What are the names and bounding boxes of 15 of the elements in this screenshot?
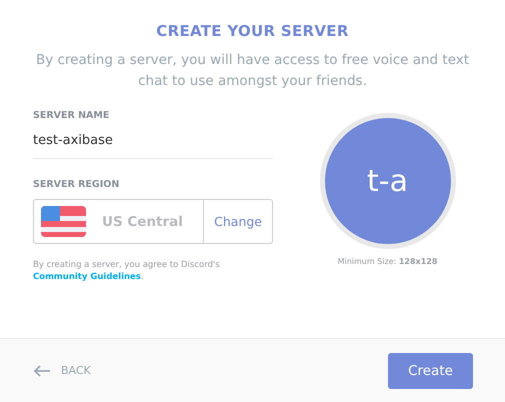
dialog-title: CREATE YOUR SERVER — [156, 22, 349, 40]
change-button[interactable]: Change — [203, 200, 272, 243]
field-label: SERVER REGION — [33, 179, 120, 190]
region-name: US Central — [102, 214, 184, 230]
guidelines-link[interactable]: Community Guidelines — [33, 272, 141, 282]
field-label: SERVER NAME — [33, 110, 110, 121]
create-button[interactable]: Create — [388, 352, 473, 388]
size-hint: Minimum Size: 128x128 — [338, 257, 438, 266]
arrow-icon — [33, 364, 51, 376]
dialog-subtitle: By creating a server, you will have access to free voice and text chat to use amongst your friends. — [34, 51, 470, 91]
back-button[interactable]: BACK — [33, 364, 91, 377]
flag-icon — [41, 206, 86, 237]
terms-text: By creating a server, you agree to Discord's Community Guidelines. — [33, 259, 221, 283]
server-avatar[interactable]: t-a — [320, 113, 456, 249]
region-selector[interactable]: US Central Change — [33, 199, 273, 244]
